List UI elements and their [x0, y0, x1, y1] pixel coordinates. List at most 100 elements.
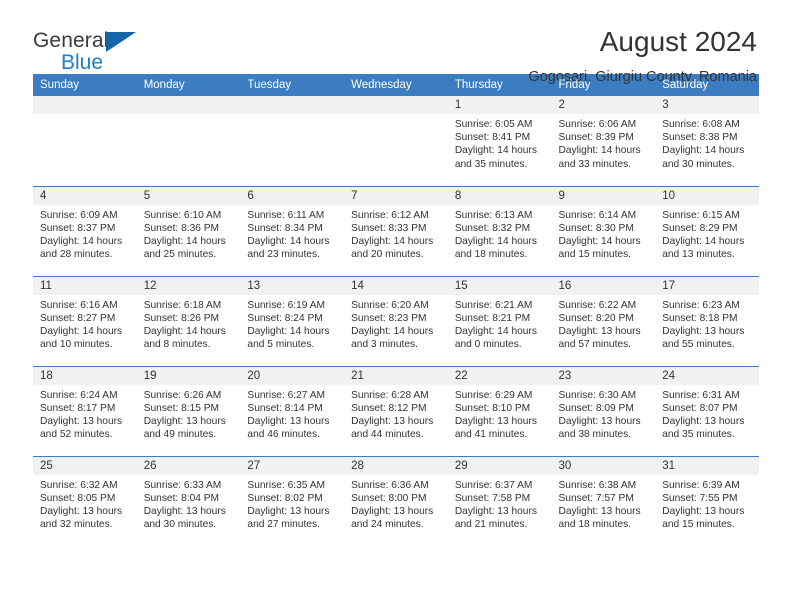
day-sun-info: Sunrise: 6:16 AM Sunset: 8:27 PM Daylight:… — [33, 295, 137, 352]
calendar-day-cell[interactable]: 1 Sunrise: 6:05 AM Sunset: 8:41 PM Daylight… — [447, 96, 552, 186]
day-cell-inner: 6 Sunrise: 6:11 AM Sunset: 8:34 PM Daylight… — [240, 186, 345, 276]
daylight-text: Daylight: 14 hours and 25 minutes. — [143, 235, 226, 261]
daylight-text: Daylight: 13 hours and 18 minutes. — [558, 505, 641, 531]
sunrise-text: Sunrise: 6:23 AM — [662, 299, 740, 311]
daylight-text: Daylight: 14 hours and 28 minutes. — [40, 235, 123, 261]
day-number: 20 — [240, 366, 345, 385]
calendar-day-cell[interactable]: 17 Sunrise: 6:23 AM Sunset: 8:18 PM Dayligh… — [655, 275, 759, 366]
day-number: 9 — [551, 186, 656, 205]
day-cell-inner: 9 Sunrise: 6:14 AM Sunset: 8:30 PM Daylight… — [551, 186, 656, 276]
day-cell-inner: 28 Sunrise: 6:36 AM Sunset: 8:00 PM Dayligh… — [344, 456, 448, 547]
calendar-day-cell[interactable]: 26 Sunrise: 6:33 AM Sunset: 8:04 PM Dayligh… — [136, 455, 241, 547]
day-number: 5 — [136, 186, 241, 205]
day-sun-info: Sunrise: 6:08 AM Sunset: 8:38 PM Daylight:… — [655, 114, 759, 171]
brand-name-bottom: Blue — [61, 51, 104, 74]
day-cell-inner: 23 Sunrise: 6:30 AM Sunset: 8:09 PM Dayligh… — [551, 366, 656, 456]
sunset-text: Sunset: 8:21 PM — [454, 312, 531, 324]
calendar-day-cell[interactable]: 31 Sunrise: 6:39 AM Sunset: 7:55 PM Dayligh… — [655, 455, 759, 546]
daylight-text: Daylight: 13 hours and 55 minutes. — [662, 325, 745, 351]
day-cell-inner: 22 Sunrise: 6:29 AM Sunset: 8:10 PM Dayligh… — [447, 366, 552, 456]
daylight-text: Daylight: 14 hours and 3 minutes. — [351, 325, 434, 351]
sunrise-text: Sunrise: 6:11 AM — [247, 209, 325, 221]
calendar-day-cell[interactable]: 5 Sunrise: 6:10 AM Sunset: 8:36 PM Daylight… — [136, 185, 241, 276]
calendar-day-cell[interactable]: 23 Sunrise: 6:30 AM Sunset: 8:09 PM Dayligh… — [551, 365, 656, 456]
day-cell-inner: 1 Sunrise: 6:05 AM Sunset: 8:41 PM Daylight… — [447, 96, 552, 186]
sunset-text: Sunset: 8:17 PM — [40, 402, 116, 414]
calendar-day-cell[interactable]: 21 Sunrise: 6:28 AM Sunset: 8:12 PM Dayligh… — [344, 365, 448, 456]
calendar-day-cell[interactable]: 27 Sunrise: 6:35 AM Sunset: 8:02 PM Dayligh… — [240, 455, 345, 546]
sunset-text: Sunset: 8:39 PM — [558, 132, 634, 144]
sunset-text: Sunset: 8:20 PM — [558, 312, 634, 324]
calendar-day-cell[interactable]: 13 Sunrise: 6:19 AM Sunset: 8:24 PM Dayligh… — [240, 275, 345, 366]
sunset-text: Sunset: 8:14 PM — [247, 402, 323, 414]
calendar-day-cell[interactable]: 7 Sunrise: 6:12 AM Sunset: 8:33 PM Daylight… — [344, 185, 448, 276]
calendar-day-cell[interactable]: 25 Sunrise: 6:32 AM Sunset: 8:05 PM Dayligh… — [33, 455, 137, 546]
calendar-day-cell[interactable]: 14 Sunrise: 6:20 AM Sunset: 8:23 PM Dayligh… — [344, 275, 448, 366]
daylight-text: Daylight: 14 hours and 23 minutes. — [247, 235, 330, 261]
daylight-text: Daylight: 13 hours and 52 minutes. — [40, 415, 123, 441]
day-number: 1 — [447, 96, 552, 114]
sunset-text: Sunset: 7:55 PM — [662, 492, 738, 504]
sunset-text: Sunset: 8:36 PM — [143, 222, 220, 234]
daylight-text: Daylight: 13 hours and 24 minutes. — [351, 505, 434, 531]
calendar-day-cell[interactable]: 6 Sunrise: 6:11 AM Sunset: 8:34 PM Daylight… — [240, 185, 345, 276]
day-cell-inner: 7 Sunrise: 6:12 AM Sunset: 8:33 PM Daylight… — [344, 186, 448, 276]
day-cell-inner: 15 Sunrise: 6:21 AM Sunset: 8:21 PM Dayligh… — [447, 276, 552, 366]
day-cell-inner: 14 Sunrise: 6:20 AM Sunset: 8:23 PM Dayligh… — [344, 276, 448, 366]
calendar-day-cell[interactable]: 22 Sunrise: 6:29 AM Sunset: 8:10 PM Dayligh… — [447, 365, 552, 456]
calendar-day-cell[interactable]: 10 Sunrise: 6:15 AM Sunset: 8:29 PM Dayligh… — [655, 185, 759, 276]
day-sun-info: Sunrise: 6:11 AM Sunset: 8:34 PM Daylight:… — [240, 205, 344, 262]
calendar-day-cell[interactable]: 11 Sunrise: 6:16 AM Sunset: 8:27 PM Dayligh… — [33, 275, 137, 366]
sunrise-text: Sunrise: 6:20 AM — [351, 299, 429, 311]
day-sun-info: Sunrise: 6:22 AM Sunset: 8:20 PM Daylight:… — [552, 295, 656, 352]
calendar-day-cell[interactable]: 9 Sunrise: 6:14 AM Sunset: 8:30 PM Daylight… — [551, 185, 656, 276]
calendar-day-cell[interactable]: 29 Sunrise: 6:37 AM Sunset: 7:58 PM Dayligh… — [447, 455, 552, 546]
day-sun-info: Sunrise: 6:32 AM Sunset: 8:05 PM Daylight:… — [33, 475, 137, 532]
day-sun-info: Sunrise: 6:33 AM Sunset: 8:04 PM Daylight:… — [137, 475, 241, 532]
day-number: 24 — [655, 366, 759, 385]
calendar-day-cell[interactable]: 2 Sunrise: 6:06 AM Sunset: 8:39 PM Daylight… — [551, 96, 656, 186]
day-sun-info: Sunrise: 6:13 AM Sunset: 8:32 PM Daylight:… — [448, 205, 552, 262]
day-sun-info: Sunrise: 6:18 AM Sunset: 8:26 PM Daylight:… — [137, 295, 241, 352]
day-number: 22 — [447, 366, 552, 385]
day-cell-inner: 20 Sunrise: 6:27 AM Sunset: 8:14 PM Dayligh… — [240, 366, 345, 456]
day-number — [33, 96, 137, 114]
daylight-text: Daylight: 14 hours and 20 minutes. — [351, 235, 434, 261]
calendar-day-cell[interactable]: 8 Sunrise: 6:13 AM Sunset: 8:32 PM Daylight… — [447, 185, 552, 276]
day-cell-inner: 11 Sunrise: 6:16 AM Sunset: 8:27 PM Dayligh… — [33, 276, 137, 366]
sunrise-text: Sunrise: 6:09 AM — [40, 209, 118, 221]
day-cell-inner: 16 Sunrise: 6:22 AM Sunset: 8:20 PM Dayligh… — [551, 276, 656, 366]
day-cell-inner: 13 Sunrise: 6:19 AM Sunset: 8:24 PM Dayligh… — [240, 276, 345, 366]
sunrise-text: Sunrise: 6:08 AM — [662, 119, 740, 130]
calendar-day-cell[interactable]: 12 Sunrise: 6:18 AM Sunset: 8:26 PM Dayligh… — [136, 275, 241, 366]
day-cell-inner — [344, 96, 448, 186]
day-number: 16 — [551, 276, 656, 295]
calendar-day-cell[interactable]: 19 Sunrise: 6:26 AM Sunset: 8:15 PM Dayligh… — [136, 365, 241, 456]
calendar-day-cell[interactable]: 30 Sunrise: 6:38 AM Sunset: 7:57 PM Dayligh… — [551, 455, 656, 546]
calendar-day-cell[interactable]: 24 Sunrise: 6:31 AM Sunset: 8:07 PM Dayligh… — [655, 365, 759, 456]
calendar-day-cell[interactable]: 15 Sunrise: 6:21 AM Sunset: 8:21 PM Dayligh… — [447, 275, 552, 366]
day-sun-info: Sunrise: 6:09 AM Sunset: 8:37 PM Daylight:… — [33, 205, 137, 262]
calendar-day-cell[interactable]: 28 Sunrise: 6:36 AM Sunset: 8:00 PM Dayligh… — [344, 455, 448, 547]
sunset-text: Sunset: 8:15 PM — [143, 402, 220, 414]
calendar-day-cell[interactable]: 20 Sunrise: 6:27 AM Sunset: 8:14 PM Dayligh… — [240, 365, 345, 456]
sunrise-text: Sunrise: 6:12 AM — [351, 209, 429, 221]
day-cell-inner: 26 Sunrise: 6:33 AM Sunset: 8:04 PM Dayligh… — [136, 456, 241, 547]
day-sun-info: Sunrise: 6:30 AM Sunset: 8:09 PM Daylight:… — [552, 385, 656, 442]
daylight-text: Daylight: 14 hours and 0 minutes. — [454, 325, 537, 351]
calendar-day-cell[interactable]: 4 Sunrise: 6:09 AM Sunset: 8:37 PM Daylight… — [33, 185, 137, 276]
day-cell-inner — [33, 96, 137, 186]
brand-logo[interactable]: General Blue — [33, 26, 153, 73]
day-number: 15 — [447, 276, 552, 295]
calendar-day-cell — [240, 96, 345, 186]
day-sun-info: Sunrise: 6:39 AM Sunset: 7:55 PM Daylight:… — [655, 475, 759, 532]
daylight-text: Daylight: 13 hours and 49 minutes. — [143, 415, 226, 441]
calendar-day-cell[interactable]: 18 Sunrise: 6:24 AM Sunset: 8:17 PM Dayligh… — [33, 365, 137, 456]
daylight-text: Daylight: 13 hours and 38 minutes. — [558, 415, 641, 441]
daylight-text: Daylight: 14 hours and 8 minutes. — [143, 325, 226, 351]
sunset-text: Sunset: 8:00 PM — [351, 492, 427, 504]
calendar-day-cell[interactable]: 16 Sunrise: 6:22 AM Sunset: 8:20 PM Dayligh… — [551, 275, 656, 366]
calendar-day-cell[interactable]: 3 Sunrise: 6:08 AM Sunset: 8:38 PM Daylight… — [655, 96, 759, 186]
sunrise-text: Sunrise: 6:39 AM — [662, 479, 740, 491]
calendar-day-cell — [136, 96, 241, 186]
